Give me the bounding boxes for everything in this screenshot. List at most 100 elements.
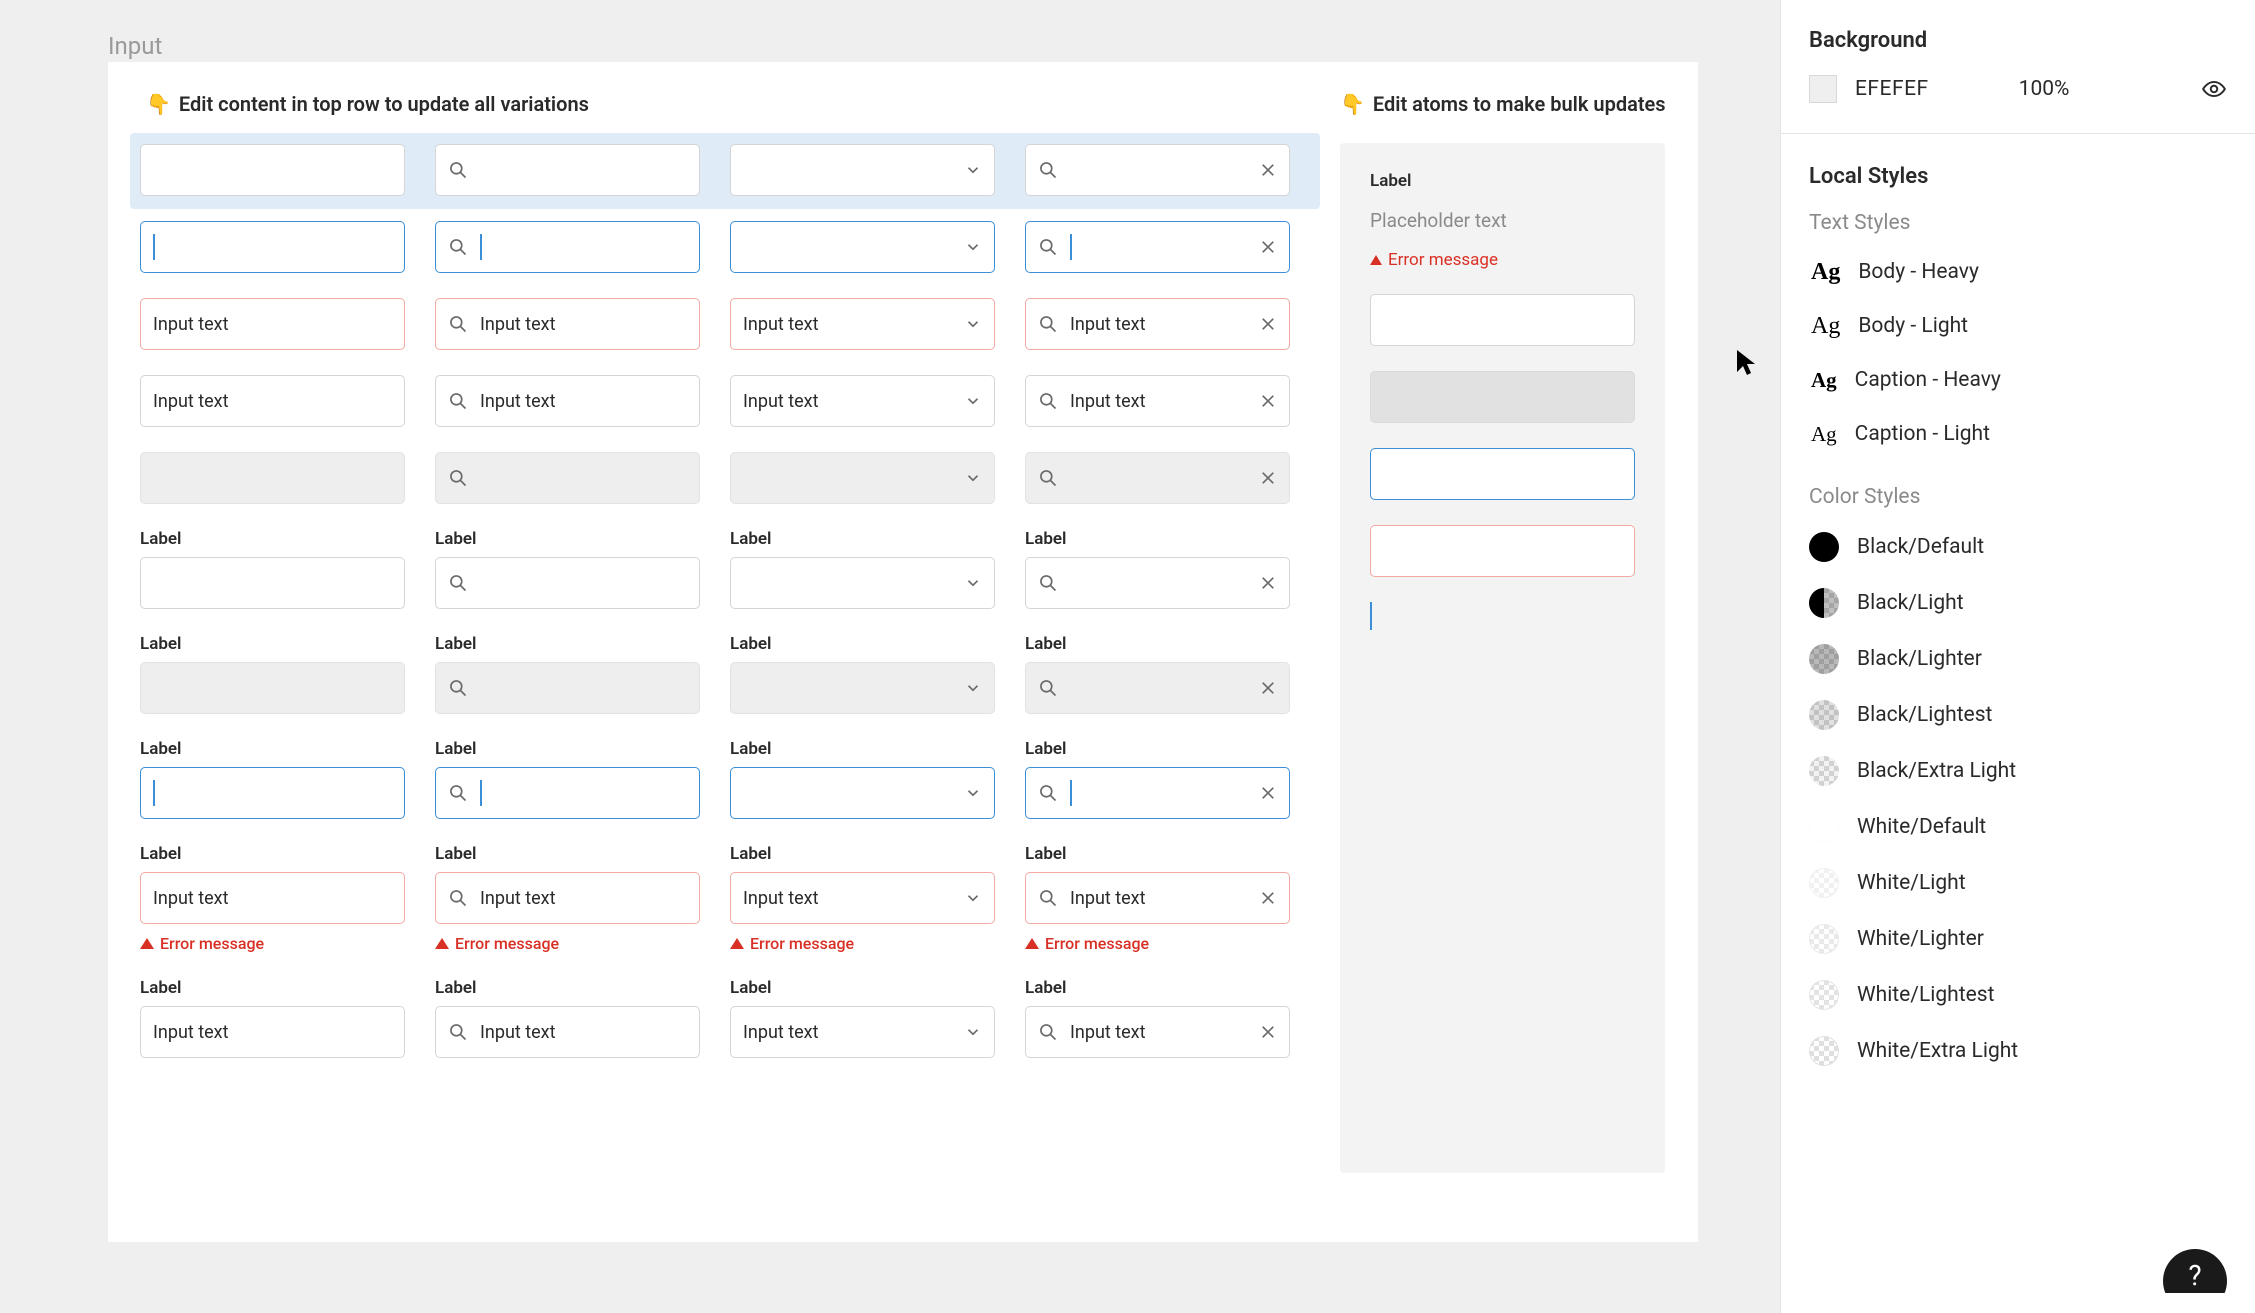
input-default[interactable]: Input text [730, 375, 995, 427]
error-message: Error message [435, 934, 700, 953]
chevron-down-icon[interactable] [964, 574, 982, 592]
clear-icon[interactable] [1259, 315, 1277, 333]
clear-icon[interactable] [1259, 469, 1277, 487]
atom-input-active[interactable] [1370, 448, 1635, 500]
background-row[interactable]: EFEFEF 100% [1809, 75, 2227, 103]
input-default[interactable] [1025, 557, 1290, 609]
input-text-value: Input text [743, 1022, 964, 1043]
color-style-row[interactable]: Black/Lighter [1809, 631, 2227, 687]
background-opacity[interactable]: 100% [2019, 77, 2070, 101]
input-disabled[interactable] [140, 662, 405, 714]
input-active[interactable] [730, 767, 995, 819]
chevron-down-icon[interactable] [964, 679, 982, 697]
warning-icon [140, 938, 154, 949]
color-style-row[interactable]: White/Extra Light [1809, 1023, 2227, 1079]
input-text-value: Input text [1070, 391, 1259, 412]
color-style-row[interactable]: White/Lighter [1809, 911, 2227, 967]
input-default[interactable]: Input text [435, 1006, 700, 1058]
clear-icon[interactable] [1259, 392, 1277, 410]
input-active[interactable] [435, 221, 700, 273]
input-disabled[interactable] [730, 452, 995, 504]
atom-input-disabled[interactable] [1370, 371, 1635, 423]
input-default[interactable] [1025, 144, 1290, 196]
input-active[interactable] [435, 767, 700, 819]
input-default[interactable]: Input text [435, 375, 700, 427]
input-default[interactable] [140, 144, 405, 196]
text-style-row[interactable]: Ag Caption - Light [1809, 407, 2227, 461]
input-default[interactable] [730, 557, 995, 609]
input-default[interactable]: Input text [140, 375, 405, 427]
input-error[interactable]: Input text [1025, 872, 1290, 924]
input-error[interactable]: Input text [435, 872, 700, 924]
input-disabled[interactable] [730, 662, 995, 714]
text-style-preview: Ag [1811, 422, 1837, 447]
input-error[interactable]: Input text [730, 872, 995, 924]
color-style-row[interactable]: White/Default [1809, 799, 2227, 855]
input-active[interactable] [140, 767, 405, 819]
input-error[interactable]: Input text [1025, 298, 1290, 350]
input-error[interactable]: Input text [730, 298, 995, 350]
color-style-row[interactable]: Black/Lightest [1809, 687, 2227, 743]
color-style-name: Black/Light [1857, 591, 1964, 615]
input-default[interactable] [140, 557, 405, 609]
atom-input-default[interactable] [1370, 294, 1635, 346]
chevron-down-icon[interactable] [964, 784, 982, 802]
color-style-row[interactable]: Black/Extra Light [1809, 743, 2227, 799]
text-style-row[interactable]: AgBody - Heavy [1809, 245, 2227, 299]
input-default[interactable]: Input text [1025, 1006, 1290, 1058]
variant-row: LabelInput textLabelInput textLabelInput… [140, 978, 1310, 1058]
clear-icon[interactable] [1259, 238, 1277, 256]
visibility-toggle-icon[interactable] [2201, 76, 2227, 102]
field-label: Label [1025, 978, 1290, 998]
text-style-row[interactable]: AgCaption - Heavy [1809, 353, 2227, 407]
hint-right-text: Edit atoms to make bulk updates [1373, 92, 1666, 116]
color-style-name: White/Lighter [1857, 927, 1984, 951]
input-default[interactable] [435, 144, 700, 196]
input-error[interactable]: Input text [435, 298, 700, 350]
atom-input-error[interactable] [1370, 525, 1635, 577]
input-default[interactable]: Input text [730, 1006, 995, 1058]
color-style-row[interactable]: Black/Light [1809, 575, 2227, 631]
chevron-down-icon[interactable] [964, 392, 982, 410]
divider [1781, 133, 2255, 134]
local-styles-heading: Local Styles [1809, 164, 2227, 189]
input-disabled[interactable] [1025, 452, 1290, 504]
input-active[interactable] [140, 221, 405, 273]
input-default[interactable]: Input text [1025, 375, 1290, 427]
clear-icon[interactable] [1259, 1023, 1277, 1041]
search-icon [1038, 888, 1058, 908]
input-disabled[interactable] [435, 452, 700, 504]
clear-icon[interactable] [1259, 784, 1277, 802]
input-error[interactable]: Input text [140, 298, 405, 350]
input-active[interactable] [1025, 767, 1290, 819]
field-label: Label [435, 978, 700, 998]
chevron-down-icon[interactable] [964, 1023, 982, 1041]
color-swatch [1809, 868, 1839, 898]
clear-icon[interactable] [1259, 161, 1277, 179]
clear-icon[interactable] [1259, 574, 1277, 592]
color-style-row[interactable]: Black/Default [1809, 519, 2227, 575]
chevron-down-icon[interactable] [964, 161, 982, 179]
input-disabled[interactable] [1025, 662, 1290, 714]
background-hex[interactable]: EFEFEF [1855, 77, 1929, 101]
chevron-down-icon[interactable] [964, 889, 982, 907]
chevron-down-icon[interactable] [964, 469, 982, 487]
text-style-name: Caption - Light [1855, 422, 1990, 446]
color-style-row[interactable]: White/Light [1809, 855, 2227, 911]
color-style-row[interactable]: White/Lightest [1809, 967, 2227, 1023]
input-error[interactable]: Input text [140, 872, 405, 924]
field-label: Label [1025, 529, 1290, 549]
input-active[interactable] [1025, 221, 1290, 273]
clear-icon[interactable] [1259, 889, 1277, 907]
input-default[interactable]: Input text [140, 1006, 405, 1058]
input-disabled[interactable] [140, 452, 405, 504]
text-style-row[interactable]: AgBody - Light [1809, 299, 2227, 353]
input-disabled[interactable] [435, 662, 700, 714]
input-default[interactable] [435, 557, 700, 609]
input-default[interactable] [730, 144, 995, 196]
background-swatch[interactable] [1809, 75, 1837, 103]
input-active[interactable] [730, 221, 995, 273]
clear-icon[interactable] [1259, 679, 1277, 697]
chevron-down-icon[interactable] [964, 238, 982, 256]
chevron-down-icon[interactable] [964, 315, 982, 333]
